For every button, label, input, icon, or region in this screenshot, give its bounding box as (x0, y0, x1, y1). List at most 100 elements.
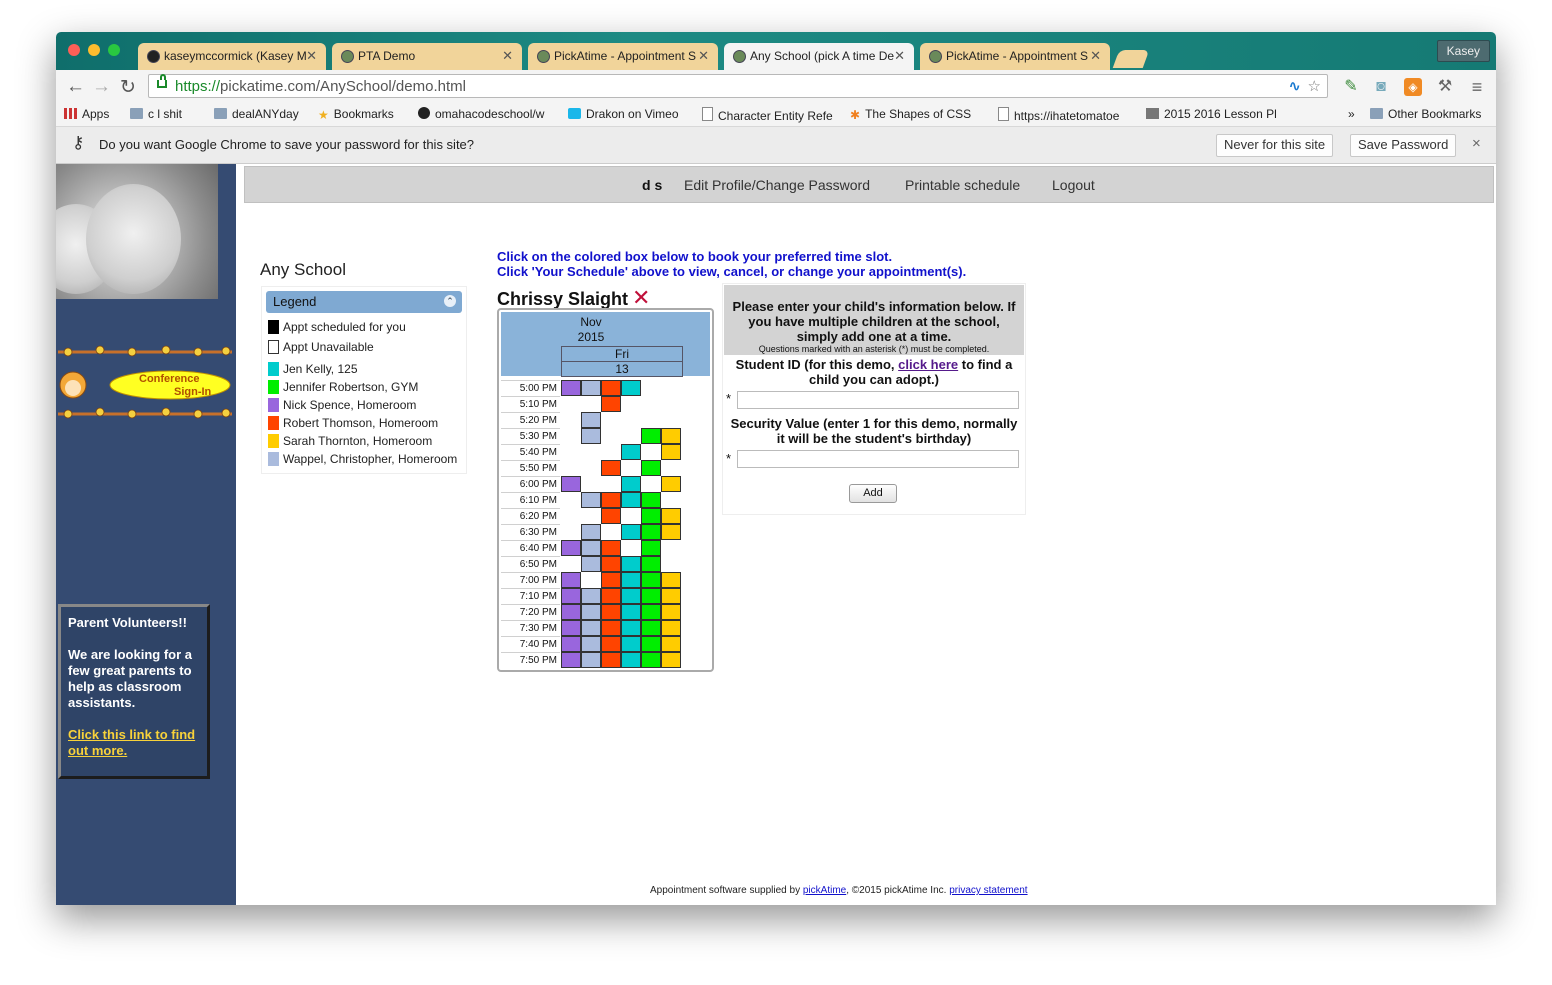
time-slot-cell[interactable] (661, 620, 681, 636)
time-slot-cell[interactable] (621, 636, 641, 652)
time-slot-cell[interactable] (621, 556, 641, 572)
back-arrow-icon[interactable]: ← (66, 76, 85, 98)
time-slot-cell[interactable] (601, 540, 621, 556)
extension-wave-icon[interactable]: ∿ (1288, 75, 1301, 99)
time-slot-cell[interactable] (581, 540, 601, 556)
time-slot-cell[interactable] (641, 524, 661, 540)
time-slot-cell[interactable] (601, 460, 621, 476)
time-slot-cell[interactable] (561, 620, 581, 636)
time-slot-cell[interactable] (641, 556, 661, 572)
time-slot-cell[interactable] (621, 604, 641, 620)
time-slot-cell[interactable] (601, 556, 621, 572)
time-slot-cell[interactable] (581, 588, 601, 604)
time-slot-cell[interactable] (661, 652, 681, 668)
close-tab-icon[interactable]: ✕ (698, 48, 709, 64)
security-value-input[interactable] (737, 450, 1019, 468)
tab-any-school[interactable]: Any School (pick A time De ✕ (724, 43, 914, 70)
time-slot-cell[interactable] (581, 652, 601, 668)
time-slot-cell[interactable] (581, 428, 601, 444)
sign-in-label[interactable]: Sign-In (174, 386, 211, 398)
bookmark-character-entity[interactable]: Character Entity Refe (702, 107, 833, 123)
time-slot-cell[interactable] (561, 380, 581, 396)
time-slot-cell[interactable] (661, 476, 681, 492)
time-slot-cell[interactable] (581, 620, 601, 636)
camera-icon[interactable]: ◙ (1372, 78, 1390, 96)
time-slot-cell[interactable] (561, 652, 581, 668)
extension-orange-icon[interactable]: ◈ (1404, 78, 1422, 96)
time-slot-cell[interactable] (621, 652, 641, 668)
time-slot-cell[interactable] (641, 636, 661, 652)
time-slot-cell[interactable] (641, 588, 661, 604)
bookmark-drakon[interactable]: Drakon on Vimeo (568, 107, 679, 121)
extension-tool-icon[interactable]: ⚒ (1436, 78, 1454, 96)
time-slot-cell[interactable] (581, 604, 601, 620)
printable-schedule-link[interactable]: Printable schedule (905, 177, 1020, 193)
close-infobar-icon[interactable]: × (1472, 135, 1481, 152)
close-window-icon[interactable] (68, 44, 80, 56)
tab-pickatime-2[interactable]: PickAtime - Appointment S ✕ (920, 43, 1110, 70)
bookmark-other[interactable]: Other Bookmarks (1370, 107, 1481, 121)
time-slot-cell[interactable] (621, 572, 641, 588)
remove-teacher-icon[interactable]: ✕ (632, 285, 650, 310)
time-slot-cell[interactable] (601, 588, 621, 604)
tab-pickatime-1[interactable]: PickAtime - Appointment S ✕ (528, 43, 718, 70)
time-slot-cell[interactable] (581, 412, 601, 428)
volunteers-link[interactable]: Click this link to find out more. (68, 727, 195, 758)
bookmark-bookmarks[interactable]: ★ Bookmarks (318, 107, 394, 122)
time-slot-cell[interactable] (641, 492, 661, 508)
new-tab-button[interactable] (1112, 50, 1150, 68)
tab-github[interactable]: kaseymccormick (Kasey M ✕ (138, 43, 326, 70)
student-id-input[interactable] (737, 391, 1019, 409)
reload-icon[interactable]: ↻ (120, 76, 136, 99)
time-slot-cell[interactable] (561, 572, 581, 588)
save-password-button[interactable]: Save Password (1350, 134, 1457, 157)
bookmark-ihatetomatoes[interactable]: https://ihatetomatoe (998, 107, 1119, 123)
time-slot-cell[interactable] (601, 396, 621, 412)
close-tab-icon[interactable]: ✕ (1090, 48, 1101, 64)
time-slot-cell[interactable] (601, 636, 621, 652)
click-here-link[interactable]: click here (898, 357, 958, 372)
time-slot-cell[interactable] (601, 492, 621, 508)
minimize-window-icon[interactable] (88, 44, 100, 56)
logout-link[interactable]: Logout (1052, 177, 1095, 193)
menu-icon[interactable]: ≡ (1468, 78, 1486, 96)
time-slot-cell[interactable] (561, 540, 581, 556)
time-slot-cell[interactable] (621, 588, 641, 604)
time-slot-cell[interactable] (641, 540, 661, 556)
time-slot-cell[interactable] (621, 380, 641, 396)
eyedropper-icon[interactable]: ✎ (1342, 78, 1360, 96)
time-slot-cell[interactable] (641, 508, 661, 524)
time-slot-cell[interactable] (661, 428, 681, 444)
time-slot-cell[interactable] (621, 524, 641, 540)
address-bar[interactable]: https://pickatime.com/AnySchool/demo.htm… (148, 74, 1328, 98)
time-slot-cell[interactable] (581, 524, 601, 540)
bookmark-shapes-of-css[interactable]: ✱ The Shapes of CSS (850, 107, 971, 122)
conference-label[interactable]: Conference (139, 373, 200, 385)
time-slot-cell[interactable] (641, 460, 661, 476)
time-slot-cell[interactable] (581, 380, 601, 396)
bookmark-apps[interactable]: Apps (64, 107, 109, 121)
time-slot-cell[interactable] (601, 604, 621, 620)
pickatime-link[interactable]: pickAtime (803, 885, 846, 896)
time-slot-cell[interactable] (621, 444, 641, 460)
tab-pta-demo[interactable]: PTA Demo ✕ (332, 43, 522, 70)
time-slot-cell[interactable] (601, 572, 621, 588)
time-slot-cell[interactable] (561, 588, 581, 604)
time-slot-cell[interactable] (601, 380, 621, 396)
time-slot-cell[interactable] (621, 476, 641, 492)
time-slot-cell[interactable] (581, 556, 601, 572)
time-slot-cell[interactable] (661, 444, 681, 460)
time-slot-cell[interactable] (621, 492, 641, 508)
time-slot-cell[interactable] (661, 636, 681, 652)
never-for-site-button[interactable]: Never for this site (1216, 134, 1334, 157)
time-slot-cell[interactable] (661, 588, 681, 604)
bookmark-omahacodeschool[interactable]: omahacodeschool/w (418, 107, 544, 121)
profile-button[interactable]: Kasey (1436, 40, 1490, 62)
edit-profile-link[interactable]: Edit Profile/Change Password (684, 177, 870, 193)
time-slot-cell[interactable] (641, 572, 661, 588)
time-slot-cell[interactable] (641, 604, 661, 620)
close-tab-icon[interactable]: ✕ (306, 48, 317, 64)
add-button[interactable]: Add (849, 484, 897, 503)
time-slot-cell[interactable] (601, 508, 621, 524)
legend-header[interactable]: Legend ⌃ (266, 291, 462, 313)
